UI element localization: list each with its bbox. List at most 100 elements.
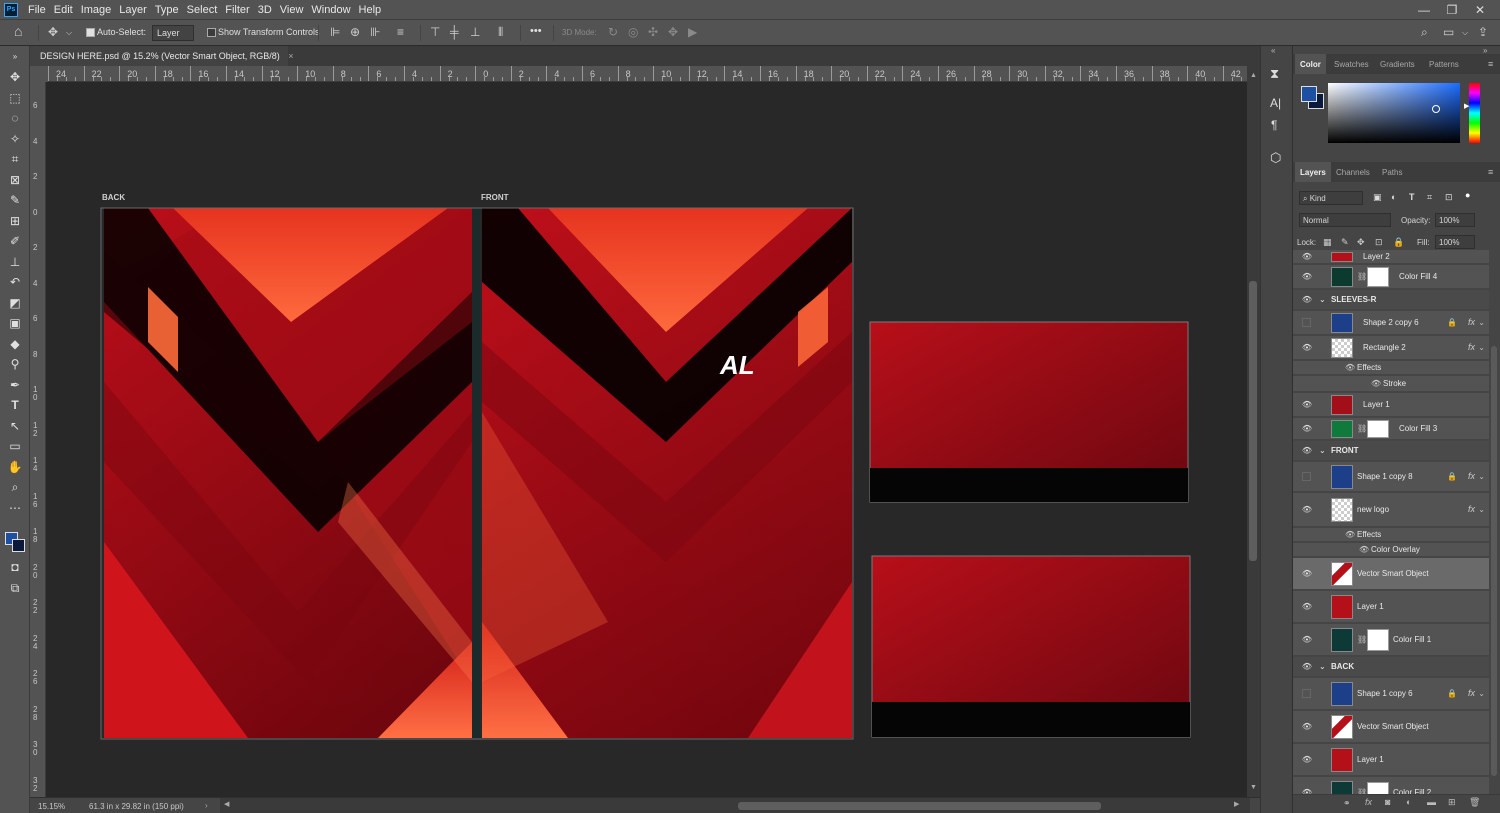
layer-row[interactable]: Shape 2 copy 6 🔒 fx ⌄ [1293,311,1489,335]
tab-channels[interactable]: Channels [1331,162,1375,182]
new-layer-icon[interactable]: ⊞ [1448,797,1456,808]
crop-tool-icon[interactable]: ⌗ [6,150,24,168]
lock-artboard-icon[interactable]: ⊡ [1375,237,1383,248]
canvas-area[interactable]: BACK FRONT AL [48,82,1248,797]
fx-icon[interactable]: fx [1468,317,1475,327]
3d-slide-icon[interactable]: ✥ [668,25,678,39]
filter-smart-object-icon[interactable]: ⊡ [1445,192,1453,203]
3d-scale-icon[interactable]: ▶ [688,25,697,39]
eraser-tool-icon[interactable]: ◩ [6,294,24,312]
mask-thumbnail[interactable] [1367,782,1389,794]
type-tool-icon[interactable]: T [6,396,24,414]
group-expand-chevron-icon[interactable]: ⌄ [1319,662,1326,671]
visibility-eye-icon[interactable]: 👁 [1301,755,1313,765]
status-menu-icon[interactable]: › [205,801,208,810]
layer-effect-row[interactable]: 👁 Effects [1293,528,1489,542]
vertical-scrollbar[interactable]: ▲ ▼ [1247,66,1260,797]
collapse-toolbar-icon[interactable]: » [6,48,24,66]
ruler-origin[interactable] [30,66,48,82]
menu-type[interactable]: Type [151,4,183,16]
layers-panel-menu-icon[interactable]: ≡ [1488,167,1493,177]
tab-patterns[interactable]: Patterns [1424,54,1464,74]
workspace-icon[interactable]: ▭ [1443,25,1454,39]
horizontal-scroll-thumb[interactable] [738,802,1101,810]
group-expand-chevron-icon[interactable]: ⌄ [1319,295,1326,304]
maximize-button[interactable]: ❐ [1438,0,1466,19]
history-panel-icon[interactable]: ⧗ [1270,66,1279,82]
document-tab[interactable]: DESIGN HERE.psd @ 15.2% (Vector Smart Ob… [30,46,294,66]
align-bottom-icon[interactable]: ⊥ [470,25,480,39]
move-tool-icon[interactable]: ✥ [6,68,24,86]
lasso-tool-icon[interactable]: ◌ [6,109,24,127]
filter-pixel-icon[interactable]: ▣ [1373,192,1382,203]
link-icon[interactable]: ⛓ [1357,635,1367,644]
effect-visibility-icon[interactable]: 👁 [1359,545,1369,554]
mask-thumbnail[interactable] [1367,420,1389,438]
visibility-eye-icon[interactable]: 👁 [1301,662,1313,672]
vertical-ruler[interactable]: 6 4 2 0 2 4 6 8 1 0 1 2 1 4 1 6 1 8 2 0 2 2 2 4 2 6 2 8 3 … [30,82,46,797]
back-panel-artwork[interactable] [104,208,472,738]
visibility-eye-icon[interactable]: 👁 [1301,252,1313,262]
lock-all-icon[interactable]: 🔒 [1393,237,1404,248]
tab-color[interactable]: Color [1295,54,1326,74]
layer-row[interactable]: 👁 Rectangle 2 fx ⌄ [1293,336,1489,360]
visibility-eye-icon[interactable] [1302,472,1311,481]
menu-window[interactable]: Window [307,4,354,16]
scroll-up-icon[interactable]: ▲ [1250,72,1257,79]
layer-row[interactable]: 👁 new logo fx ⌄ [1293,493,1489,527]
horizontal-ruler[interactable]: 24 22 20 18 16 14 12 10 8 6 4 2 0 2 4 6 8 10 12 14 16 18 20 22 2… [48,66,1248,82]
expand-effects-chevron-icon[interactable]: ⌄ [1478,505,1485,514]
distribute-icon[interactable]: ≡ [397,25,404,39]
eyedropper-tool-icon[interactable]: ✎ [6,191,24,209]
layer-row[interactable]: 👁 Vector Smart Object [1293,558,1489,590]
distribute-vertical-icon[interactable]: ⦀ [498,25,503,40]
mask-thumbnail[interactable] [1367,629,1389,651]
auto-select-checkbox[interactable] [86,28,95,37]
group-expand-chevron-icon[interactable]: ⌄ [1319,446,1326,455]
delete-layer-icon[interactable]: 🗑 [1469,797,1480,808]
visibility-eye-icon[interactable]: 👁 [1301,635,1313,645]
lock-position-icon[interactable]: ✥ [1357,237,1365,248]
move-tool-icon[interactable]: ✥ [48,25,58,39]
layer-row[interactable]: 👁 ⛓ Color Fill 4 [1293,265,1489,289]
new-adjustment-icon[interactable]: ◐ [1406,797,1411,807]
foreground-color-chip[interactable] [1301,86,1317,102]
frame-tool-icon[interactable]: ⊠ [6,171,24,189]
layer-row[interactable]: 👁 Layer 1 [1293,744,1489,776]
edit-toolbar-icon[interactable]: ⋯ [6,499,24,517]
color-picker-cursor[interactable] [1432,105,1440,113]
align-left-icon[interactable]: ⊫ [330,25,340,39]
share-icon[interactable]: ⇪ [1478,25,1488,39]
align-middle-icon[interactable]: ╪ [450,25,459,39]
scroll-down-icon[interactable]: ▼ [1250,784,1257,791]
zoom-tool-icon[interactable]: ⌕ [6,478,24,496]
blur-tool-icon[interactable]: ◆ [6,335,24,353]
effect-visibility-icon[interactable]: 👁 [1345,530,1355,539]
visibility-eye-icon[interactable]: 👁 [1301,722,1313,732]
paragraph-panel-icon[interactable]: ¶ [1271,118,1277,132]
more-options-button[interactable]: ••• [530,25,542,37]
marquee-tool-icon[interactable]: ⬚ [6,89,24,107]
layer-row[interactable]: 👁 Layer 1 [1293,393,1489,417]
home-icon[interactable]: ⌂ [14,23,22,39]
expand-effects-chevron-icon[interactable]: ⌄ [1478,472,1485,481]
layers-scroll-thumb[interactable] [1491,346,1497,776]
layer-filter-dropdown[interactable]: ⌕ Kind [1299,191,1363,205]
stamp-tool-icon[interactable]: ⊥ [6,253,24,271]
visibility-eye-icon[interactable] [1302,318,1311,327]
3d-rotate-icon[interactable]: ↻ [608,25,618,39]
horizontal-scrollbar[interactable]: ◀ ▶ [220,798,1250,813]
link-layers-icon[interactable]: ⚭ [1343,798,1351,809]
visibility-eye-icon[interactable]: 👁 [1301,272,1313,282]
visibility-eye-icon[interactable] [1302,689,1311,698]
menu-help[interactable]: Help [355,4,386,16]
align-center-icon[interactable]: ⊕ [350,25,360,39]
expand-effects-chevron-icon[interactable]: ⌄ [1478,689,1485,698]
3d-drag-icon[interactable]: ✣ [648,25,658,39]
blend-mode-dropdown[interactable]: Normal [1299,213,1391,227]
menu-edit[interactable]: Edit [50,4,77,16]
menu-select[interactable]: Select [183,4,222,16]
front-panel-artwork[interactable]: AL [482,208,852,738]
menu-3d[interactable]: 3D [254,4,276,16]
lock-transparent-icon[interactable]: ▦ [1323,237,1332,248]
